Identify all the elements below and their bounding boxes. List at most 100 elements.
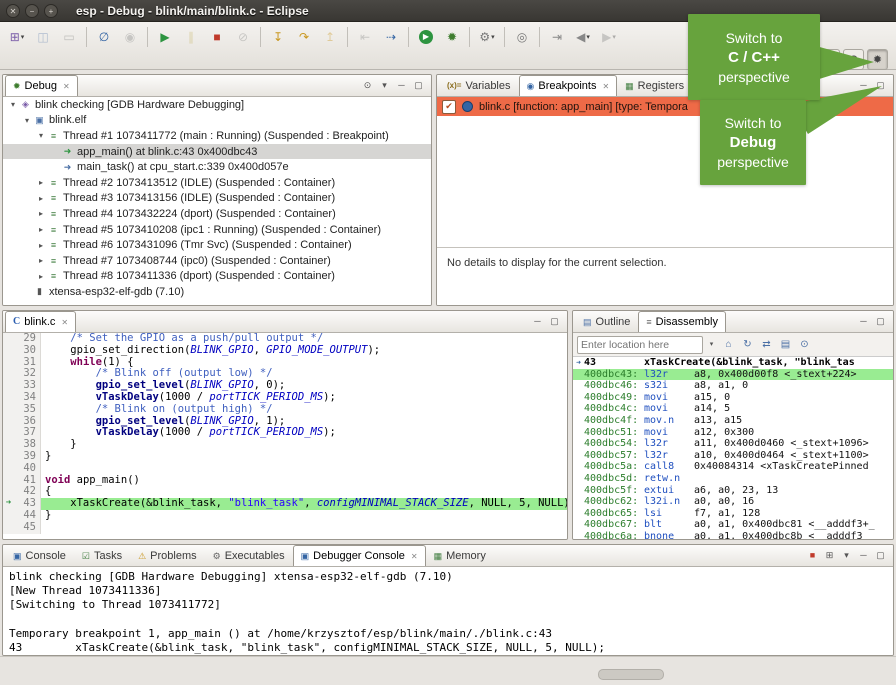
resume-button[interactable]: ▶ xyxy=(152,25,178,49)
minimize-icon[interactable]: ─ xyxy=(856,548,871,562)
editor-line[interactable]: 44} xyxy=(3,510,567,522)
new-button[interactable]: ⊞▾ xyxy=(4,25,30,49)
editor-line[interactable]: 39} xyxy=(3,451,567,463)
external-tools-button[interactable]: ⚙▾ xyxy=(474,25,500,49)
disassembly-row[interactable]: 400dbc5d:retw.n xyxy=(573,473,893,485)
editor-line[interactable]: 38 } xyxy=(3,439,567,451)
debug-tree-item[interactable]: ➜app_main() at blink.c:43 0x400dbc43 xyxy=(3,144,431,160)
back-button[interactable]: ◀▾ xyxy=(570,25,596,49)
maximize-icon[interactable]: ▢ xyxy=(411,78,426,92)
sync-selection-icon[interactable]: ⇄ xyxy=(758,336,775,353)
line-number[interactable]: 39 xyxy=(14,451,41,463)
tab-executables[interactable]: ⚙Executables xyxy=(205,545,293,566)
line-number[interactable]: 44 xyxy=(14,510,41,522)
tab-debug[interactable]: ✹Debug✕ xyxy=(5,75,78,96)
line-number[interactable]: 34 xyxy=(14,392,41,404)
instruction-stepping-button[interactable]: ⇢ xyxy=(378,25,404,49)
close-icon[interactable]: ✕ xyxy=(411,552,418,561)
save-button[interactable]: ◫ xyxy=(30,25,56,49)
show-breakpoint-types-button[interactable]: ◉ xyxy=(117,25,143,49)
home-icon[interactable]: ⌂ xyxy=(720,336,737,353)
maximize-icon[interactable]: ▢ xyxy=(873,548,888,562)
tab-tasks[interactable]: ☑Tasks xyxy=(74,545,130,566)
step-into-button[interactable]: ↧ xyxy=(265,25,291,49)
minimize-icon[interactable]: ─ xyxy=(394,78,409,92)
minimize-icon[interactable]: ─ xyxy=(530,314,545,328)
expander-collapsed-icon[interactable]: ▸ xyxy=(35,272,47,281)
expander-collapsed-icon[interactable]: ▸ xyxy=(35,209,47,218)
refresh-icon[interactable]: ↻ xyxy=(739,336,756,353)
line-number[interactable]: 35 xyxy=(14,404,41,416)
window-maximize-button[interactable]: + xyxy=(44,4,58,18)
expander-collapsed-icon[interactable]: ▸ xyxy=(35,194,47,203)
tab-registers[interactable]: ▦Registers xyxy=(617,75,692,96)
debug-tree-item[interactable]: ➜main_task() at cpu_start.c:339 0x400d05… xyxy=(3,159,431,175)
editor-line[interactable]: ➜43 xTaskCreate(&blink_task, "blink_task… xyxy=(3,498,567,510)
terminate-button[interactable]: ■ xyxy=(204,25,230,49)
disassembly-row[interactable]: 400dbc65:lsif7, a1, 128 xyxy=(573,508,893,520)
last-edit-location-button[interactable]: ⇥ xyxy=(544,25,570,49)
run-button[interactable]: ▶ xyxy=(413,25,439,49)
disassembly-row[interactable]: 400dbc4c:movia14, 5 xyxy=(573,403,893,415)
disassembly-row[interactable]: 400dbc54:l32ra11, 0x400d0460 <_stext+109… xyxy=(573,438,893,450)
tab-console[interactable]: ▣Console xyxy=(5,545,74,566)
debug-tree-item[interactable]: ▸≡Thread #5 1073410208 (ipc1 : Running) … xyxy=(3,222,431,238)
breakpoints-body[interactable]: ✔ blink.c [function: app_main] [type: Te… xyxy=(437,97,893,305)
location-input[interactable] xyxy=(577,336,703,354)
disconnect-button[interactable]: ⊘ xyxy=(230,25,256,49)
minimize-icon[interactable]: ─ xyxy=(856,78,871,92)
debug-tree-item[interactable]: ▸≡Thread #6 1073431096 (Tmr Svc) (Suspen… xyxy=(3,237,431,253)
view-pin-icon[interactable]: ⊙ xyxy=(360,78,375,92)
window-close-button[interactable]: ✕ xyxy=(6,4,20,18)
tab-debugger-console[interactable]: ▣Debugger Console✕ xyxy=(293,545,426,566)
debug-tree-item[interactable]: ▸≡Thread #2 1073413512 (IDLE) (Suspended… xyxy=(3,175,431,191)
line-number[interactable]: 40 xyxy=(14,463,41,475)
tab-disassembly[interactable]: ≡Disassembly xyxy=(638,311,726,332)
expander-expanded-icon[interactable]: ▾ xyxy=(21,116,33,125)
close-icon[interactable]: ✕ xyxy=(63,82,70,91)
minimize-icon[interactable]: ─ xyxy=(856,314,871,328)
editor-line[interactable]: 45 xyxy=(3,522,567,534)
disassembly-row[interactable]: 400dbc67:blta0, a1, 0x400dbc81 <__adddf3… xyxy=(573,519,893,531)
step-over-button[interactable]: ↷ xyxy=(291,25,317,49)
disassembly-row[interactable]: 400dbc4f:mov.na13, a15 xyxy=(573,415,893,427)
expander-expanded-icon[interactable]: ▾ xyxy=(35,131,47,140)
tab-outline[interactable]: ▤Outline xyxy=(575,311,638,332)
close-icon[interactable]: ✕ xyxy=(602,82,609,91)
debug-button[interactable]: ✹ xyxy=(439,25,465,49)
print-button[interactable]: ▭ xyxy=(56,25,82,49)
expander-collapsed-icon[interactable]: ▸ xyxy=(35,225,47,234)
line-number[interactable]: 45 xyxy=(14,522,41,534)
disassembly-row[interactable]: 400dbc57:l32ra10, 0x400d0464 <_stext+110… xyxy=(573,450,893,462)
tab-variables[interactable]: (x)=Variables xyxy=(439,75,519,96)
maximize-icon[interactable]: ▢ xyxy=(547,314,562,328)
debug-tree-item[interactable]: ▾◈blink checking [GDB Hardware Debugging… xyxy=(3,97,431,113)
disassembly-source-row[interactable]: ➜43xTaskCreate(&blink_task, "blink_tas xyxy=(573,357,893,369)
debug-tree-item[interactable]: ▸≡Thread #8 1073411336 (dport) (Suspende… xyxy=(3,269,431,285)
instruction-pointer-icon[interactable]: ➜ xyxy=(3,498,14,510)
step-return-button[interactable]: ↥ xyxy=(317,25,343,49)
view-menu-icon[interactable]: ▾ xyxy=(377,78,392,92)
maximize-icon[interactable]: ▢ xyxy=(873,78,888,92)
disassembly-row[interactable]: 400dbc49:movia15, 0 xyxy=(573,392,893,404)
debug-tree-item[interactable]: ▮xtensa-esp32-elf-gdb (7.10) xyxy=(3,284,431,300)
editor-line[interactable]: 41void app_main() xyxy=(3,475,567,487)
view-menu-icon[interactable]: ▾ xyxy=(839,548,854,562)
disassembly-row[interactable]: 400dbc51:movia12, 0x300 xyxy=(573,427,893,439)
drop-to-frame-button[interactable]: ⇤ xyxy=(352,25,378,49)
maximize-icon[interactable]: ▢ xyxy=(873,314,888,328)
breakpoint-checkbox[interactable]: ✔ xyxy=(442,100,456,114)
debug-tree-item[interactable]: ▾▣blink.elf xyxy=(3,113,431,129)
editor-line[interactable]: 37 vTaskDelay(1000 / portTICK_PERIOD_MS)… xyxy=(3,427,567,439)
disassembly-row[interactable]: 400dbc5f:extuia6, a0, 23, 13 xyxy=(573,485,893,497)
debug-tree-item[interactable]: ▾≡Thread #1 1073411772 (main : Running) … xyxy=(3,128,431,144)
search-button[interactable]: ◎ xyxy=(509,25,535,49)
line-number[interactable]: 30 xyxy=(14,345,41,357)
disassembly-row[interactable]: 400dbc43:l32ra8, 0x400d00f8 <_stext+224> xyxy=(573,369,893,381)
debug-tree-item[interactable]: ▸≡Thread #3 1073413156 (IDLE) (Suspended… xyxy=(3,191,431,207)
open-perspective-button[interactable]: ⊞ xyxy=(819,49,840,70)
expander-collapsed-icon[interactable]: ▸ xyxy=(35,241,47,250)
terminate-icon[interactable]: ■ xyxy=(805,548,820,562)
tab-memory[interactable]: ▦Memory xyxy=(426,545,494,566)
debug-perspective-button[interactable]: ✹ xyxy=(867,49,888,70)
